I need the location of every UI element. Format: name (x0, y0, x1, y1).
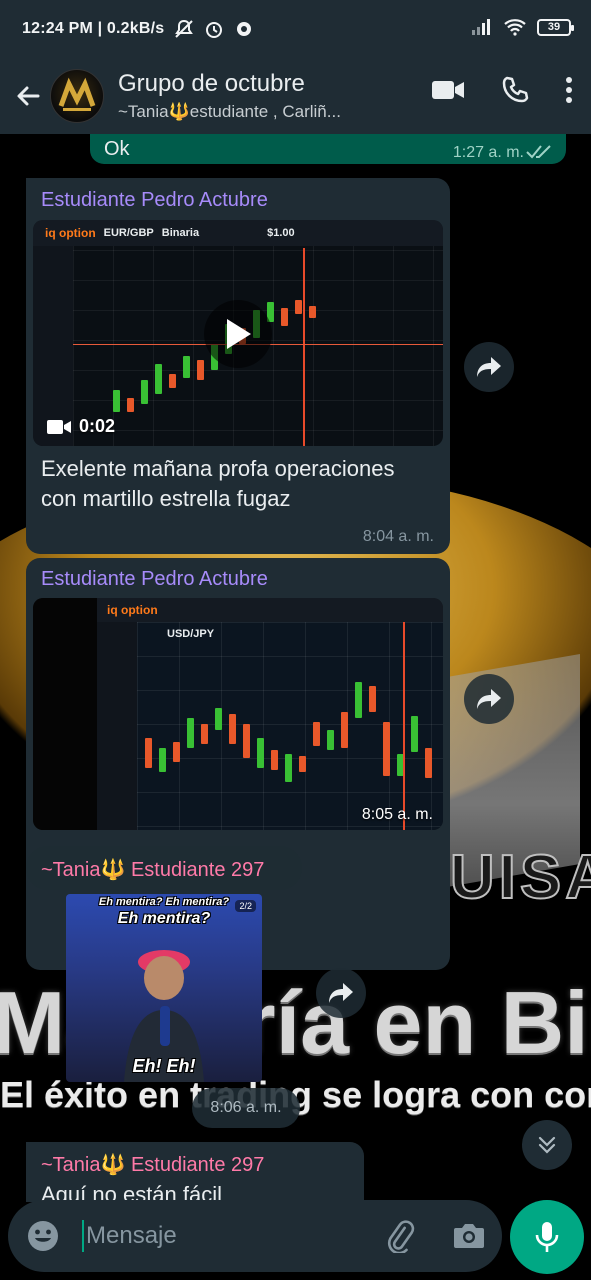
video-camera-icon (47, 419, 71, 434)
chat-status-icon (237, 22, 252, 36)
message-time: 8:05 a. m. (361, 806, 433, 823)
video-thumbnail[interactable]: iq option EUR/GBP Binaria $1.00 0:02 (33, 220, 443, 446)
group-title: Grupo de octubre (118, 70, 305, 97)
play-icon (227, 319, 251, 349)
forward-button[interactable] (464, 342, 514, 392)
more-options-icon[interactable] (565, 76, 573, 104)
battery-icon: 39 (537, 18, 574, 36)
chat-area[interactable]: LUISA Maestría en Binarias El éxito en t… (0, 134, 591, 1280)
voice-message-button[interactable] (510, 1200, 584, 1274)
incoming-message-video[interactable]: Estudiante Pedro Actubre iq option EUR/G… (26, 178, 450, 554)
wifi-icon (504, 19, 526, 36)
forward-icon (477, 689, 501, 709)
gif-sticker[interactable]: 2/2 Eh mentira? Eh mentira? Eh mentira? … (66, 894, 262, 1082)
chevron-double-down-icon (538, 1136, 556, 1154)
video-call-icon[interactable] (431, 78, 465, 102)
incoming-message-text[interactable]: ~Tania🔱 Estudiante 297 Aquí no están fác… (26, 1142, 364, 1202)
signal-icon (472, 19, 490, 35)
forward-button[interactable] (316, 968, 366, 1018)
emoji-icon[interactable] (26, 1219, 60, 1253)
mute-icon (175, 19, 194, 38)
arrow-left-icon (17, 86, 40, 106)
group-avatar[interactable] (50, 69, 104, 123)
play-button[interactable] (204, 300, 272, 368)
iq-option-logo: iq option (45, 226, 96, 240)
back-button[interactable] (6, 74, 50, 118)
group-members: ~Tania🔱estudiante , Carliñ... (118, 102, 341, 121)
video-duration: 0:02 (79, 416, 116, 436)
status-time-speed: 12:24 PM | 0.2kB/s (22, 20, 165, 37)
outgoing-message[interactable]: Ok 1:27 a. m. (90, 134, 566, 164)
forward-icon (477, 357, 501, 377)
text-cursor (82, 1220, 84, 1252)
asset-type-label: Binaria (161, 227, 200, 239)
message-time: 8:06 a. m. (192, 1088, 300, 1128)
chart-candles (145, 658, 443, 828)
message-composer (8, 1200, 502, 1272)
sender-name: Estudiante Pedro Actubre (41, 189, 268, 211)
scroll-down-button[interactable] (522, 1120, 572, 1170)
chat-header: Grupo de octubre ~Tania🔱estudiante , Car… (0, 58, 591, 134)
group-info[interactable]: Grupo de octubre ~Tania🔱estudiante , Car… (118, 70, 380, 122)
sender-pill[interactable]: ~Tania🔱 Estudiante 297 (26, 846, 302, 890)
investment-amount: $1.00 (267, 227, 295, 239)
alarm-icon (206, 22, 223, 38)
attach-icon[interactable] (382, 1219, 416, 1253)
sender-name: Estudiante Pedro Actubre (41, 568, 268, 590)
status-bar: 12:24 PM | 0.2kB/s 39 (0, 0, 591, 58)
message-time: 1:27 a. m. (452, 144, 524, 161)
gif-caption-bottom: Eh! Eh! (132, 1056, 196, 1076)
asset-label: USD/JPY (167, 628, 215, 640)
gif-caption-top: Eh mentira? Eh mentira? (98, 896, 230, 908)
forward-icon (329, 983, 353, 1003)
forward-button[interactable] (464, 674, 514, 724)
read-receipt-icon (526, 145, 551, 159)
message-time: 8:04 a. m. (362, 528, 434, 545)
sender-name: ~Tania🔱 Estudiante 297 (41, 859, 265, 881)
camera-icon[interactable] (452, 1221, 486, 1251)
message-text: Exelente mañana profa operaciones con ma… (41, 456, 395, 511)
gif-caption-mid: Eh mentira? (117, 910, 211, 927)
asset-tab-label: EUR/GBP (103, 227, 154, 239)
message-input[interactable] (86, 1222, 376, 1250)
sender-name: ~Tania🔱 Estudiante 297 (41, 1154, 265, 1176)
message-text: Aquí no están fácil (41, 1182, 223, 1202)
maestria-logo-icon (58, 77, 96, 111)
microphone-icon (535, 1222, 559, 1252)
message-text: Ok (104, 138, 130, 160)
voice-call-icon[interactable] (501, 76, 529, 104)
iq-option-logo: iq option (107, 603, 158, 617)
image-thumbnail[interactable]: iq option USD/JPY 8:05 a. m. (33, 598, 443, 830)
